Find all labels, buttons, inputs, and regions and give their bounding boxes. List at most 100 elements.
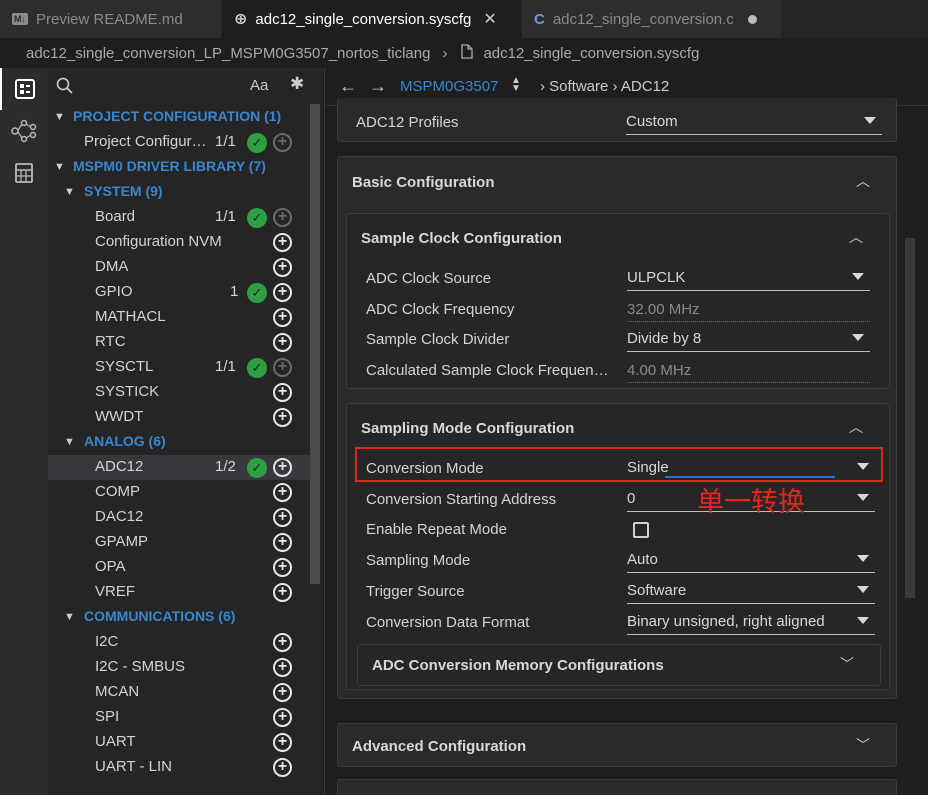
unsaved-dot-icon[interactable] (747, 14, 757, 24)
chevron-down-icon[interactable]: ▼ (54, 111, 65, 123)
breadcrumb-project[interactable]: adc12_single_conversion_LP_MSPM0G3507_no… (26, 45, 430, 62)
tree-category[interactable]: ▼ SYSTEM (9) (48, 180, 310, 205)
editor-scrollbar[interactable] (905, 238, 915, 598)
tree-item[interactable]: MCAN + (48, 680, 310, 705)
add-circle-icon[interactable]: + (273, 308, 292, 327)
tree-item[interactable]: OPA + (48, 555, 310, 580)
tree-item[interactable]: Project Configur… 1/1 ✓ + (48, 130, 310, 155)
add-circle-icon[interactable]: + (273, 633, 292, 652)
add-circle-icon[interactable]: + (273, 358, 292, 377)
tree-item-label: Project Configur… (84, 133, 207, 150)
add-circle-icon[interactable]: + (273, 533, 292, 552)
sample-clock-divider-select[interactable]: Divide by 8 (627, 328, 870, 352)
chevron-down-icon[interactable]: ﹀ (840, 654, 854, 674)
tree-item[interactable]: DMA + (48, 255, 310, 280)
chevron-down-icon[interactable]: ▼ (54, 161, 65, 173)
tree-item[interactable]: I2C - SMBUS + (48, 655, 310, 680)
instance-count: 1/1 (215, 133, 236, 150)
tree-item[interactable]: UART + (48, 730, 310, 755)
tree-item[interactable]: Configuration NVM + (48, 230, 310, 255)
add-circle-icon[interactable]: + (273, 458, 292, 477)
add-circle-icon[interactable]: + (273, 583, 292, 602)
regex-icon[interactable]: ✱ (290, 74, 304, 94)
add-circle-icon[interactable]: + (273, 733, 292, 752)
sampling-mode-select[interactable]: Auto (627, 549, 875, 573)
tree-category[interactable]: ▼ PROJECT CONFIGURATION (1) (48, 105, 310, 130)
close-icon[interactable]: ✕ (483, 9, 496, 29)
add-circle-icon[interactable]: + (273, 333, 292, 352)
add-circle-icon[interactable]: + (273, 283, 292, 302)
tree-item[interactable]: Board 1/1 ✓ + (48, 205, 310, 230)
add-circle-icon[interactable]: + (273, 558, 292, 577)
add-circle-icon[interactable]: + (273, 758, 292, 777)
add-circle-icon[interactable]: + (273, 683, 292, 702)
tab-c-file[interactable]: C adc12_single_conversion.c (522, 0, 782, 38)
tab-label: Preview README.md (36, 10, 183, 28)
memory-configurations-panel[interactable]: ADC Conversion Memory Configurations ﹀ (357, 644, 881, 686)
tree-item[interactable]: UART - LIN + (48, 755, 310, 780)
device-selector[interactable]: MSPM0G3507 (400, 78, 498, 95)
tree-category[interactable]: ▼ ANALOG (6) (48, 430, 310, 455)
back-arrow-icon[interactable]: ← (339, 76, 357, 97)
tab-preview-readme[interactable]: M↓ Preview README.md (0, 0, 222, 38)
sidebar-scrollbar[interactable] (310, 104, 320, 584)
tree-item-label: RTC (95, 333, 126, 350)
chevron-up-icon[interactable]: ︿ (856, 171, 870, 191)
tree-item[interactable]: GPIO 1 ✓ + (48, 280, 310, 305)
configuration-view-icon[interactable] (0, 68, 48, 110)
tree-item[interactable]: COMP + (48, 480, 310, 505)
annotation-underline (665, 476, 835, 478)
search-icon[interactable] (56, 77, 74, 98)
profiles-select[interactable]: Custom (626, 111, 882, 135)
data-format-select[interactable]: Binary unsigned, right aligned (627, 611, 875, 635)
calculated-frequency-value: 4.00 MHz (627, 362, 692, 379)
add-circle-icon[interactable]: + (273, 658, 292, 677)
chevron-down-icon[interactable]: ▼ (64, 611, 75, 623)
chevron-down-icon[interactable]: ▼ (64, 186, 75, 198)
tree-item[interactable]: VREF + (48, 580, 310, 605)
tree-item[interactable]: DAC12 + (48, 505, 310, 530)
add-circle-icon[interactable]: + (273, 383, 292, 402)
trigger-source-select[interactable]: Software (627, 580, 875, 604)
tree-item[interactable]: WWDT + (48, 405, 310, 430)
chevron-down-icon[interactable]: ▼ (64, 436, 75, 448)
adc-clock-source-select[interactable]: ULPCLK (627, 267, 870, 291)
add-circle-icon[interactable]: + (273, 708, 292, 727)
tree-item-label: ADC12 (95, 458, 144, 475)
match-case-icon[interactable]: Aa (250, 77, 268, 94)
tree-item[interactable]: GPAMP + (48, 530, 310, 555)
add-circle-icon[interactable]: + (273, 233, 292, 252)
check-circle-icon: ✓ (247, 283, 267, 303)
chevron-down-icon[interactable]: ﹀ (856, 735, 870, 755)
dropdown-arrow-icon (857, 617, 869, 624)
forward-arrow-icon[interactable]: → (369, 76, 387, 97)
repeat-mode-checkbox[interactable] (633, 522, 649, 538)
advanced-configuration-panel[interactable]: Advanced Configuration ﹀ (337, 723, 897, 767)
tree-item[interactable]: ADC12 1/2 ✓ + (48, 455, 310, 480)
tree-item[interactable]: MATHACL + (48, 305, 310, 330)
tree-item[interactable]: I2C + (48, 630, 310, 655)
calculator-icon[interactable] (0, 152, 48, 194)
chevron-up-icon[interactable]: ︿ (849, 227, 863, 247)
dropdown-arrow-icon (857, 586, 869, 593)
add-circle-icon[interactable]: + (273, 483, 292, 502)
add-circle-icon[interactable]: + (273, 258, 292, 277)
add-circle-icon[interactable]: + (273, 408, 292, 427)
tree-item-label: MCAN (95, 683, 140, 700)
hierarchy-tree-icon[interactable] (0, 110, 48, 152)
tree-category[interactable]: ▼ MSPM0 DRIVER LIBRARY (7) (48, 155, 310, 180)
tree-item[interactable]: SPI + (48, 705, 310, 730)
add-circle-icon[interactable]: + (273, 133, 292, 152)
tree-category[interactable]: ▼ COMMUNICATIONS (6) (48, 605, 310, 630)
add-circle-icon[interactable]: + (273, 508, 292, 527)
tree-item[interactable]: SYSCTL 1/1 ✓ + (48, 355, 310, 380)
updown-icon[interactable]: ▲ ▼ (511, 76, 521, 94)
tree-item-label: MSPM0 DRIVER LIBRARY (7) (73, 158, 266, 174)
tree-item[interactable]: SYSTICK + (48, 380, 310, 405)
tab-syscfg[interactable]: ⊕ adc12_single_conversion.syscfg ✕ (222, 0, 522, 38)
tree-item[interactable]: RTC + (48, 330, 310, 355)
add-circle-icon[interactable]: + (273, 208, 292, 227)
breadcrumb-file[interactable]: adc12_single_conversion.syscfg (483, 45, 699, 62)
trigger-source-value: Software (627, 582, 687, 599)
chevron-up-icon[interactable]: ︿ (849, 417, 863, 437)
